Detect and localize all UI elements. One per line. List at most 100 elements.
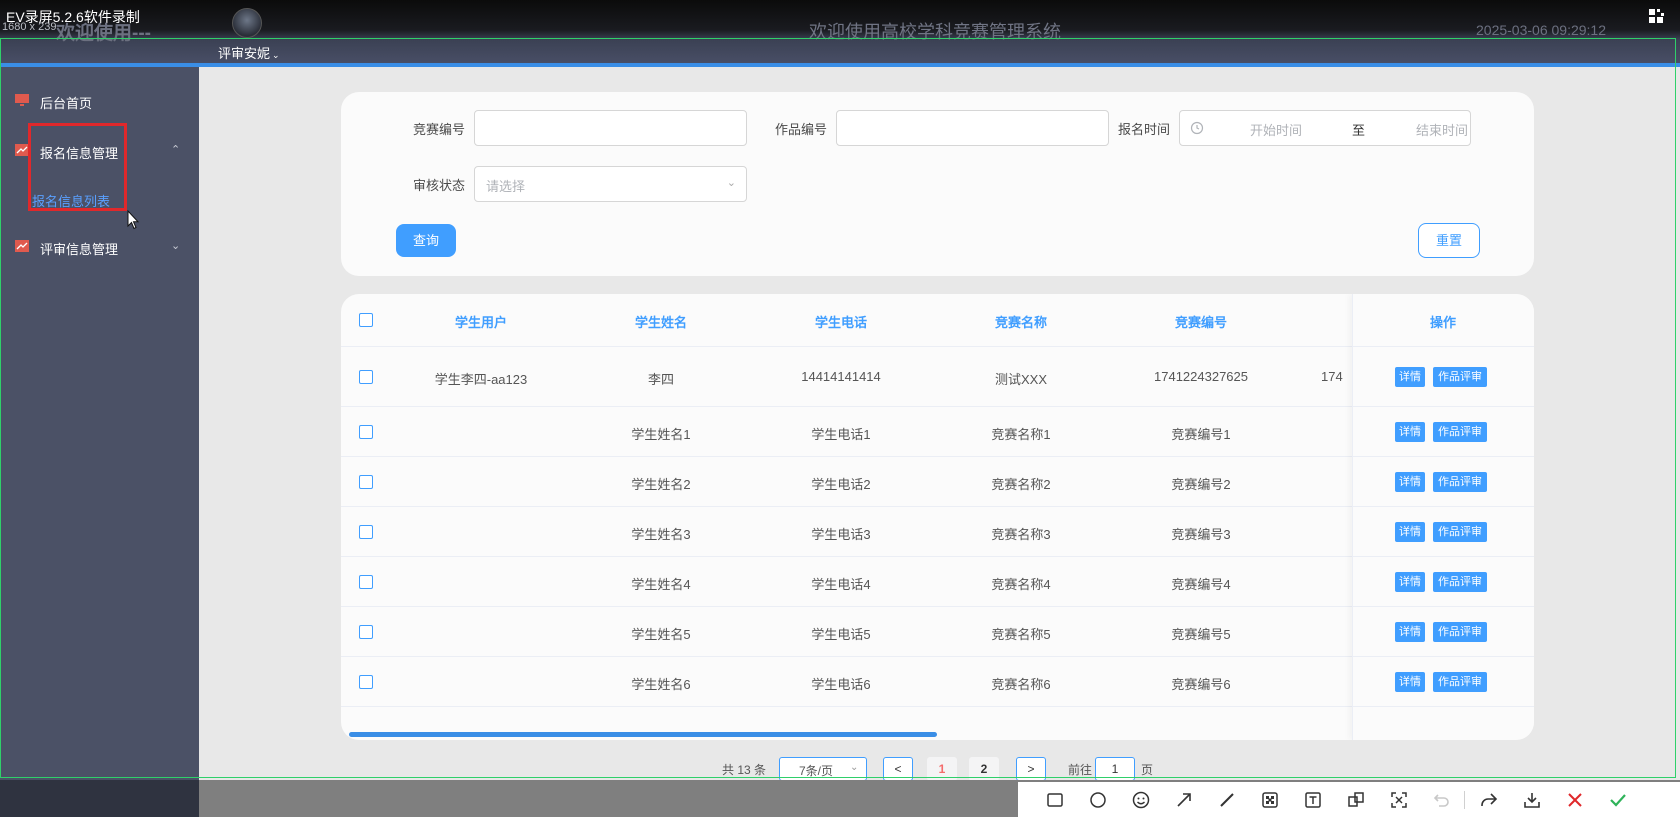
cell-competition-name: 竞赛名称1 — [991, 427, 1051, 442]
text-icon[interactable] — [1303, 790, 1323, 810]
row-divider — [1353, 456, 1534, 457]
cell-student-name: 学生姓名5 — [631, 627, 691, 642]
cell-competition-no: 竞赛编号1 — [1171, 427, 1231, 442]
row-divider — [1353, 506, 1534, 507]
horizontal-scrollbar-thumb[interactable] — [349, 732, 937, 737]
close-icon[interactable] — [1565, 790, 1585, 810]
row-checkbox[interactable] — [359, 575, 373, 589]
line-icon[interactable] — [1217, 790, 1237, 810]
monitor-icon — [15, 94, 29, 106]
chevron-down-icon: ⌄ — [272, 50, 280, 60]
chevron-down-icon: ⌄ — [850, 762, 859, 773]
pagination: 共 13 条 7条/页 ⌄ < 1 2 > 前往 1 页 — [0, 756, 1680, 782]
cell-student-user: 学生李四-aa123 — [434, 372, 528, 387]
work-review-button[interactable]: 作品评审 — [1433, 472, 1487, 492]
prev-page-button[interactable]: < — [883, 757, 913, 781]
row-checkbox[interactable] — [359, 425, 373, 439]
screenshot-toolbar — [1018, 782, 1680, 817]
cell-competition-no: 竞赛编号5 — [1171, 627, 1231, 642]
header-accent-bar — [0, 63, 1680, 67]
share-icon[interactable] — [1479, 790, 1499, 810]
row-divider — [1353, 656, 1534, 657]
user-menu[interactable]: 评审安妮 ⌄ — [218, 43, 280, 62]
page-number-2[interactable]: 2 — [969, 757, 999, 781]
cell-competition-no: 竞赛编号3 — [1171, 527, 1231, 542]
cell-competition-name: 竞赛名称3 — [991, 527, 1051, 542]
goto-label: 前往 — [1068, 763, 1093, 777]
download-icon[interactable] — [1522, 790, 1542, 810]
work-review-button[interactable]: 作品评审 — [1433, 367, 1487, 387]
cell-student-phone: 学生电话6 — [811, 677, 871, 692]
header-divider — [1353, 346, 1534, 347]
work-review-button[interactable]: 作品评审 — [1433, 422, 1487, 442]
review-status-select[interactable]: 请选择 ⌄ — [474, 166, 747, 202]
goto-page-input[interactable]: 1 — [1095, 757, 1135, 781]
row-divider — [1353, 406, 1534, 407]
reset-button[interactable]: 重置 — [1418, 223, 1480, 258]
work-review-button[interactable]: 作品评审 — [1433, 572, 1487, 592]
work-no-label: 作品编号 — [775, 122, 828, 137]
detail-button[interactable]: 详情 — [1395, 622, 1425, 642]
circle-icon[interactable] — [1088, 790, 1108, 810]
pagination-total: 共 13 条 — [722, 763, 767, 777]
select-all-checkbox[interactable] — [359, 313, 373, 327]
column-header-competition-name: 竞赛名称 — [994, 315, 1047, 330]
cell-competition-name: 竞赛名称2 — [991, 477, 1051, 492]
work-no-input[interactable] — [836, 110, 1109, 146]
cell-student-name: 学生姓名4 — [631, 577, 691, 592]
sidebar-item-signup-management[interactable]: 报名信息管理 ⌃ — [0, 133, 199, 169]
row-checkbox[interactable] — [359, 370, 373, 384]
row-checkbox[interactable] — [359, 675, 373, 689]
query-button[interactable]: 查询 — [396, 224, 456, 257]
detail-button[interactable]: 详情 — [1395, 472, 1425, 492]
copy-icon[interactable] — [1346, 790, 1366, 810]
ocr-icon[interactable] — [1389, 790, 1409, 810]
row-divider — [1353, 606, 1534, 607]
detail-button[interactable]: 详情 — [1395, 422, 1425, 442]
page-number-1[interactable]: 1 — [927, 757, 957, 781]
operations-column: 操作 详情 作品评审 详情 作品评审 详情 作品评审 详情 作品评审 详情 作品评审 详情 作品评审详… — [1352, 294, 1534, 740]
signup-date-range[interactable]: 开始时间 至 结束时间 — [1179, 110, 1471, 146]
next-page-button[interactable]: > — [1016, 757, 1046, 781]
detail-button[interactable]: 详情 — [1395, 572, 1425, 592]
mosaic-icon[interactable] — [1260, 790, 1280, 810]
row-divider — [1353, 556, 1534, 557]
header-datetime: 2025-03-06 09:29:12 — [1476, 22, 1606, 38]
work-review-button[interactable]: 作品评审 — [1433, 672, 1487, 692]
top-header: EV录屏5.2.6软件录制 1680 x 239 欢迎使用--- 欢迎使用高校学… — [0, 0, 1680, 66]
fullscreen-icon[interactable] — [1648, 8, 1664, 24]
detail-button[interactable]: 详情 — [1395, 367, 1425, 387]
detail-button[interactable]: 详情 — [1395, 522, 1425, 542]
page-size-select[interactable]: 7条/页 ⌄ — [779, 757, 867, 781]
sidebar-subitem-signup-list[interactable]: 报名信息列表 — [32, 191, 110, 210]
rectangle-icon[interactable] — [1045, 790, 1065, 810]
chart-icon — [15, 144, 29, 156]
emoji-icon[interactable] — [1131, 790, 1151, 810]
arrow-icon[interactable] — [1174, 790, 1194, 810]
row-checkbox[interactable] — [359, 475, 373, 489]
cell-competition-name: 竞赛名称4 — [991, 577, 1051, 592]
user-name: 评审安妮 — [218, 46, 271, 61]
cell-student-phone: 学生电话5 — [811, 627, 871, 642]
undo-icon[interactable] — [1432, 790, 1452, 810]
cell-competition-name: 竞赛名称6 — [991, 677, 1051, 692]
review-status-label: 审核状态 — [413, 178, 466, 193]
date-range-separator: 至 — [1352, 123, 1366, 138]
row-checkbox[interactable] — [359, 625, 373, 639]
sidebar-item-review-management[interactable]: 评审信息管理 ⌄ — [0, 229, 199, 265]
confirm-icon[interactable] — [1608, 790, 1628, 810]
row-checkbox[interactable] — [359, 525, 373, 539]
sidebar-item-home[interactable]: 后台首页 — [0, 83, 199, 119]
cell-student-phone: 学生电话4 — [811, 577, 871, 592]
chart-icon — [15, 240, 29, 252]
chevron-down-icon: ⌄ — [726, 177, 736, 189]
work-review-button[interactable]: 作品评审 — [1433, 622, 1487, 642]
cell-student-name: 学生姓名3 — [631, 527, 691, 542]
clock-icon — [1190, 121, 1204, 135]
competition-no-input[interactable] — [474, 110, 747, 146]
signup-time-label: 报名时间 — [1118, 122, 1171, 137]
end-date-placeholder: 结束时间 — [1416, 123, 1469, 138]
cell-competition-name: 测试XXX — [994, 372, 1047, 387]
work-review-button[interactable]: 作品评审 — [1433, 522, 1487, 542]
detail-button[interactable]: 详情 — [1395, 672, 1425, 692]
